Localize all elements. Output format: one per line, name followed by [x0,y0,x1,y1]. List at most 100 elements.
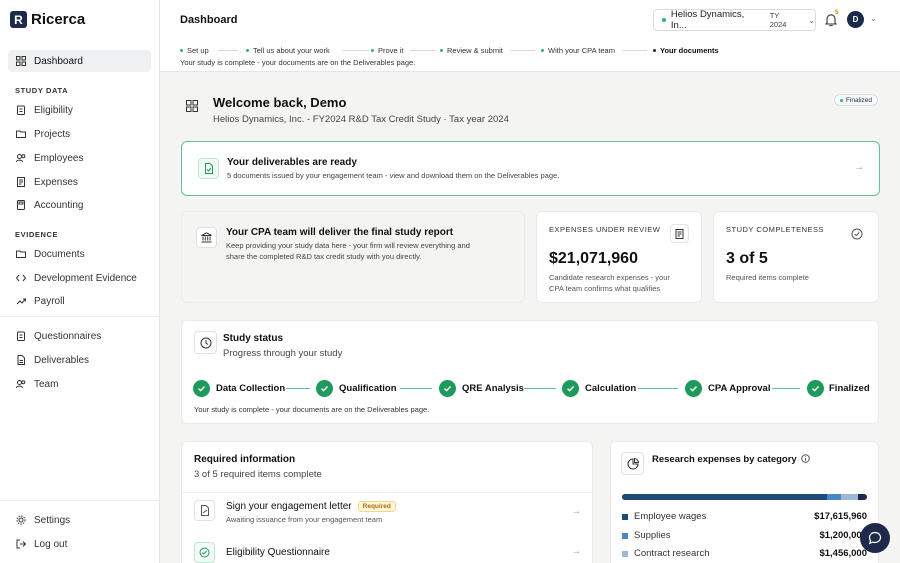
progress-note: Your study is complete - your documents … [180,58,416,67]
check-icon [807,380,824,397]
step-connector [622,50,647,51]
stat-subtext: Required items complete [726,273,809,282]
required-info-title: Required information [194,454,296,465]
progress-step-current[interactable]: Your documents [653,46,719,55]
grid-icon [16,56,26,66]
step-connector [410,50,435,51]
list-item-eligibility-questionnaire[interactable]: Eligibility Questionnaire → [182,538,594,563]
chevron-down-icon[interactable]: ⌄ [870,14,877,23]
signature-icon [194,500,215,521]
tax-year-badge: TY 2024 [769,11,787,29]
sidebar-item-projects[interactable]: Projects [8,123,151,145]
progress-stepper: Set up Tell us about your work Prove it … [160,40,900,72]
sidebar-divider [0,500,160,501]
legend-label: Employee wages [634,511,707,522]
welcome-subtitle: Helios Dynamics, Inc. - FY2024 R&D Tax C… [213,114,509,125]
receipt-icon [16,177,26,187]
legend-swatch [622,532,628,539]
status-step-label: Finalized [829,383,870,394]
sidebar-item-label: Development Evidence [34,272,137,284]
pie-chart-icon [621,452,644,475]
sidebar-item-logout[interactable]: Log out [8,533,151,555]
study-status-subtitle: Progress through your study [223,348,343,359]
chat-button[interactable] [860,523,890,553]
sidebar-item-employees[interactable]: Employees [8,147,151,169]
avatar[interactable]: D [847,11,864,28]
calculator-icon [16,200,26,210]
status-badge: Finalized [834,94,879,106]
sidebar-item-documents[interactable]: Documents [8,243,151,265]
sidebar-item-questionnaires[interactable]: Questionnaires [8,325,151,347]
list-item-title: Eligibility Questionnaire [226,547,330,558]
progress-step[interactable]: Set up [180,46,209,55]
logo-mark: R [10,11,27,28]
notification-count: 5 [835,9,839,16]
progress-step[interactable]: Prove it [371,46,403,55]
legend-row: Supplies $1,200,000 [622,530,867,541]
step-connector [400,388,432,389]
divider [182,492,594,493]
sidebar-item-label: Deliverables [34,354,90,366]
bar-segment-3 [841,494,858,500]
completeness-stat-card: STUDY COMPLETENESS 3 of 5 Required items… [713,211,879,303]
cpa-info-card: Your CPA team will deliver the final stu… [181,211,525,303]
arrow-right-icon: → [571,546,581,557]
sidebar-item-settings[interactable]: Settings [8,509,151,531]
clock-icon [194,331,217,354]
page-title: Dashboard [180,14,238,26]
stat-value: 3 of 5 [726,250,768,267]
stat-value: $21,071,960 [549,250,638,267]
sidebar-item-eligibility[interactable]: Eligibility [8,99,151,121]
progress-step[interactable]: Tell us about your work [246,46,330,55]
required-info-card: Required information 3 of 5 required ite… [181,441,594,563]
status-step-label: Data Collection [216,383,286,394]
company-selector[interactable]: Helios Dynamics, In... TY 2024 ⌄ [653,9,816,31]
legend-label: Supplies [634,530,671,541]
research-expenses-bar [622,494,867,500]
stat-label: EXPENSES UNDER REVIEW [549,225,661,234]
sidebar-section-study: STUDY DATA [15,86,69,95]
check-icon [562,380,579,397]
list-item-engagement-letter[interactable]: Sign your engagement letter Required Awa… [182,494,594,534]
progress-step[interactable]: With your CPA team [541,46,615,55]
step-connector [286,388,310,389]
sidebar-item-label: Team [34,378,59,390]
sidebar-item-deliverables[interactable]: Deliverables [8,349,151,371]
app-logo[interactable]: R Ricerca [10,11,85,28]
sidebar-item-development-evidence[interactable]: Development Evidence [8,267,151,289]
stat-label: STUDY COMPLETENESS [726,225,825,234]
sidebar: R Ricerca Dashboard STUDY DATA Eligibili… [0,0,160,563]
check-icon [685,380,702,397]
status-step-label: QRE Analysis [462,383,524,394]
company-name: Helios Dynamics, In... [670,9,745,31]
sidebar-item-label: Log out [34,538,68,550]
sidebar-item-team[interactable]: Team [8,373,151,395]
required-badge: Required [357,501,396,512]
sidebar-item-accounting[interactable]: Accounting [8,194,151,216]
deliverables-text: 5 documents issued by your engagement te… [227,171,560,180]
research-expenses-card: Research expenses by category [610,441,879,563]
sidebar-item-label: Dashboard [34,55,83,67]
bar-segment-2 [827,494,841,500]
receipt-icon [670,224,689,243]
required-info-subtitle: 3 of 5 required items complete [194,469,322,480]
study-status-note: Your study is complete - your documents … [194,405,430,414]
welcome-title: Welcome back, Demo [213,95,347,110]
sidebar-item-dashboard[interactable]: Dashboard [8,50,151,72]
info-icon[interactable] [800,454,810,465]
sidebar-item-label: Employees [34,152,84,164]
step-connector [638,388,678,389]
step-connector [342,50,370,51]
sidebar-item-payroll[interactable]: Payroll [8,290,151,312]
deliverables-banner[interactable]: Your deliverables are ready 5 documents … [181,141,880,196]
progress-step[interactable]: Review & submit [440,46,503,55]
legend-swatch [622,513,628,520]
sidebar-item-expenses[interactable]: Expenses [8,171,151,193]
sidebar-item-label: Documents [34,248,85,260]
list-item-title: Sign your engagement letter [226,501,352,512]
payroll-icon [16,296,26,306]
bar-segment-1 [622,494,827,500]
deliverables-title: Your deliverables are ready [227,157,357,168]
file-check-icon [198,158,219,179]
sidebar-item-label: Settings [34,514,71,526]
